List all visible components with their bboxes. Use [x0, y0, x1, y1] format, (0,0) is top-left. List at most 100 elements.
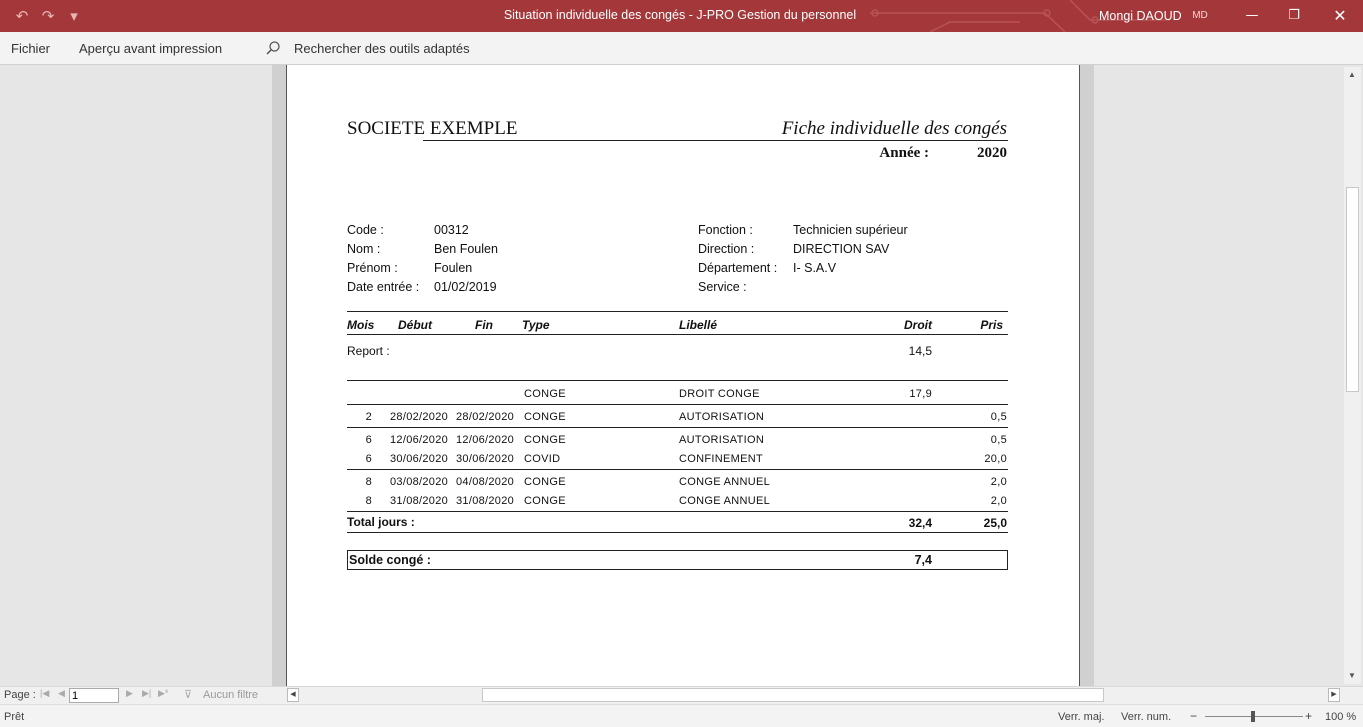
code-label: Code :	[347, 223, 384, 237]
num-lock-indicator: Verr. num.	[1121, 711, 1172, 723]
cell-debut: 30/06/2020	[390, 453, 449, 465]
company-name: SOCIETE EXEMPLE	[347, 118, 518, 139]
next-page-icon[interactable]: ▶	[126, 688, 133, 699]
cell-fin: 28/02/2020	[456, 411, 515, 423]
total-rule	[347, 532, 1008, 533]
page-shadow-right	[1080, 65, 1094, 686]
cell-mois: 6	[365, 434, 372, 446]
navigation-bar: Page : |◀ ◀ ▶ ▶| ▶* ⊽ Aucun filtre ◀ ▶	[0, 686, 1363, 704]
col-pris: Pris	[980, 318, 1003, 332]
report-page: SOCIETE EXEMPLE Fiche individuelle des c…	[286, 65, 1080, 686]
group-rule	[347, 404, 1008, 405]
prenom-value: Foulen	[434, 261, 473, 275]
fonction-label: Fonction :	[698, 223, 753, 237]
service-label: Service :	[698, 280, 747, 294]
cell-mois: 2	[365, 411, 372, 423]
scroll-left-icon[interactable]: ◀	[287, 688, 299, 702]
date-entree-label: Date entrée :	[347, 280, 420, 294]
cell-libelle: CONFINEMENT	[679, 453, 763, 465]
cell-droit: 17,9	[909, 388, 932, 400]
cell-type: CONGE	[524, 411, 566, 423]
scroll-up-icon[interactable]: ▲	[1345, 69, 1359, 81]
direction-value: DIRECTION SAV	[793, 242, 890, 256]
cell-fin: 04/08/2020	[456, 476, 515, 488]
cell-pris: 20,0	[984, 453, 1007, 465]
col-debut: Début	[398, 318, 432, 332]
search-input[interactable]: Rechercher des outils adaptés	[294, 41, 470, 56]
col-mois: Mois	[347, 318, 375, 332]
cell-libelle: AUTORISATION	[679, 434, 765, 446]
cell-pris: 0,5	[990, 434, 1007, 446]
solde-label: Solde congé :	[349, 553, 431, 567]
cell-debut: 28/02/2020	[390, 411, 449, 423]
cell-debut: 12/06/2020	[390, 434, 449, 446]
last-page-icon[interactable]: ▶|	[142, 688, 151, 699]
first-page-icon[interactable]: |◀	[40, 688, 49, 699]
date-entree-value: 01/02/2019	[434, 280, 497, 294]
departement-label: Département :	[698, 261, 778, 275]
caps-lock-indicator: Verr. maj.	[1058, 711, 1105, 723]
group-rule	[347, 469, 1008, 470]
tab-apercu[interactable]: Aperçu avant impression	[79, 41, 222, 56]
report-value: 14,5	[908, 344, 932, 358]
prev-page-icon[interactable]: ◀	[58, 688, 65, 699]
cell-type: CONGE	[524, 434, 566, 446]
scroll-down-icon[interactable]: ▼	[1345, 670, 1359, 682]
horizontal-scroll-thumb[interactable]	[482, 688, 1104, 702]
col-droit: Droit	[904, 318, 932, 332]
cell-fin: 12/06/2020	[456, 434, 515, 446]
search-icon	[266, 41, 280, 55]
group-rule	[347, 427, 1008, 428]
title-underline	[423, 140, 1008, 141]
zoom-slider-thumb[interactable]	[1251, 711, 1255, 722]
group-rule	[347, 511, 1008, 512]
report-label: Report :	[347, 344, 390, 358]
cell-libelle: CONGE ANNUEL	[679, 476, 771, 488]
vertical-scroll-thumb[interactable]	[1346, 187, 1359, 392]
cell-mois: 8	[365, 495, 372, 507]
vertical-scrollbar[interactable]: ▲ ▼	[1344, 67, 1361, 684]
total-pris: 25,0	[983, 516, 1007, 530]
status-bar: Prêt Verr. maj. Verr. num. − + 100 %	[0, 704, 1363, 727]
title-bar: ↶ ↷ ▾ Situation individuelle des congés …	[0, 0, 1363, 32]
direction-label: Direction :	[698, 242, 755, 256]
departement-value: I- S.A.V	[793, 261, 837, 275]
avatar[interactable]: MD	[1187, 5, 1213, 27]
total-droit: 32,4	[908, 516, 932, 530]
cell-mois: 8	[365, 476, 372, 488]
zoom-level[interactable]: 100 %	[1325, 711, 1356, 723]
scroll-right-icon[interactable]: ▶	[1328, 688, 1340, 702]
restore-button[interactable]: ❐	[1271, 0, 1317, 32]
solde-value: 7,4	[914, 553, 932, 567]
total-label: Total jours :	[347, 515, 415, 529]
cell-debut: 31/08/2020	[390, 495, 449, 507]
cell-type: CONGE	[524, 388, 566, 400]
tab-fichier[interactable]: Fichier	[11, 41, 50, 56]
zoom-in-icon[interactable]: +	[1305, 709, 1312, 723]
filter-status[interactable]: Aucun filtre	[203, 689, 258, 701]
preview-background	[0, 65, 272, 686]
table-top-rule	[347, 311, 1008, 312]
new-record-icon[interactable]: ▶*	[158, 688, 168, 699]
table-header-rule	[347, 334, 1008, 335]
col-libelle: Libellé	[679, 318, 718, 332]
report-title: Fiche individuelle des congés	[781, 118, 1007, 139]
zoom-out-icon[interactable]: −	[1190, 709, 1197, 723]
cell-type: COVID	[524, 453, 561, 465]
cell-pris: 2,0	[990, 495, 1007, 507]
year-label: Année :	[879, 145, 929, 161]
cell-fin: 30/06/2020	[456, 453, 515, 465]
prenom-label: Prénom :	[347, 261, 398, 275]
cell-debut: 03/08/2020	[390, 476, 449, 488]
user-name[interactable]: Mongi DAOUD	[1099, 9, 1182, 23]
nom-value: Ben Foulen	[434, 242, 498, 256]
cell-pris: 2,0	[990, 476, 1007, 488]
cell-libelle: CONGE ANNUEL	[679, 495, 771, 507]
page-label: Page :	[4, 689, 36, 701]
col-fin: Fin	[475, 318, 493, 332]
page-number-input[interactable]	[69, 688, 119, 703]
cell-libelle: DROIT CONGE	[679, 388, 760, 400]
cell-mois: 6	[365, 453, 372, 465]
minimize-button[interactable]: —	[1229, 0, 1275, 32]
close-button[interactable]: ✕	[1317, 0, 1363, 32]
